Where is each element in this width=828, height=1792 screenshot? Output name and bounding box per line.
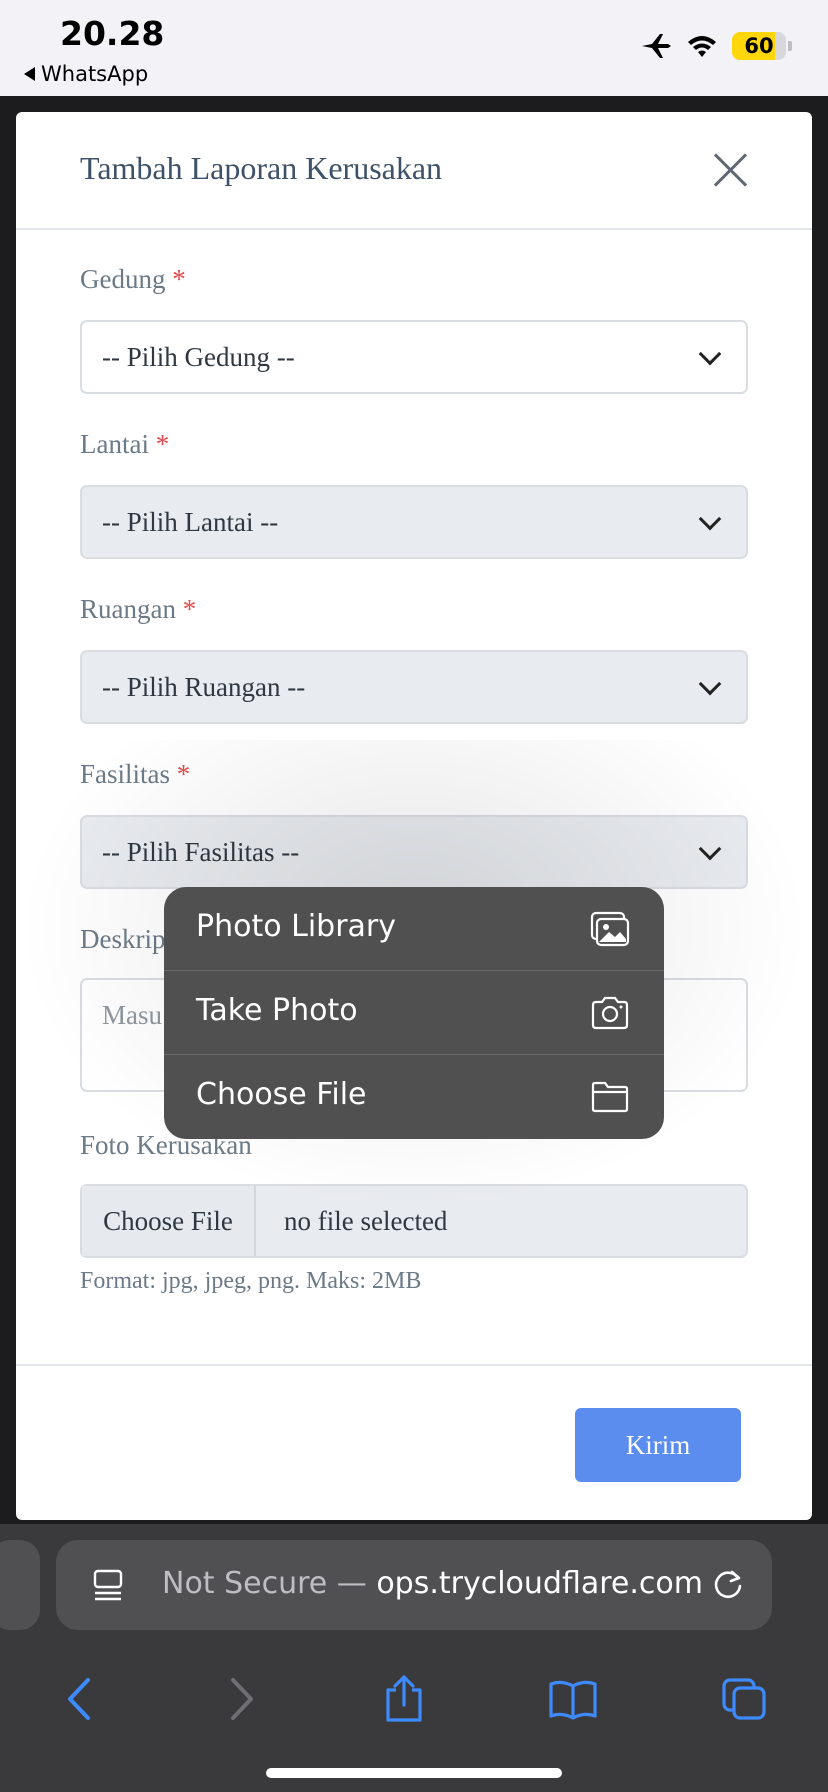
lantai-label: Lantai * (80, 429, 170, 459)
fasilitas-select-value: -- Pilih Fasilitas -- (102, 837, 300, 867)
browser-toolbar (0, 1654, 828, 1744)
back-to-app-link[interactable]: WhatsApp (24, 62, 148, 86)
chevron-down-icon (698, 837, 722, 861)
menu-item-label: Choose File (196, 1077, 367, 1112)
back-arrow-icon (24, 67, 35, 81)
required-marker: * (182, 594, 197, 624)
foto-file-input[interactable]: Choose File no file selected (80, 1184, 748, 1258)
url-text: Not Secure — ops.trycloudflare.com (162, 1566, 703, 1601)
menu-item-label: Photo Library (196, 909, 397, 944)
modal-header: Tambah Laporan Kerusakan (16, 112, 812, 230)
gedung-select[interactable]: -- Pilih Gedung -- (80, 320, 748, 394)
home-indicator (266, 1768, 562, 1778)
submit-button[interactable]: Kirim (575, 1408, 741, 1482)
share-icon[interactable] (382, 1674, 426, 1724)
back-app-label: WhatsApp (41, 62, 149, 86)
report-damage-modal: Tambah Laporan Kerusakan Gedung * -- Pil… (16, 112, 812, 1520)
required-marker: * (155, 429, 170, 459)
modal-title: Tambah Laporan Kerusakan (80, 150, 443, 186)
menu-item-photo-library[interactable]: Photo Library (164, 887, 664, 971)
menu-item-take-photo[interactable]: Take Photo (164, 971, 664, 1055)
chevron-down-icon (698, 342, 722, 366)
battery-cap (788, 41, 792, 51)
lantai-select[interactable]: -- Pilih Lantai -- (80, 485, 748, 559)
bookmarks-icon[interactable] (547, 1678, 599, 1720)
forward-icon[interactable] (221, 1676, 261, 1722)
status-bar: 20.28 WhatsApp 60 (0, 0, 828, 96)
reload-icon[interactable] (710, 1566, 746, 1602)
chevron-down-icon (698, 672, 722, 696)
clock: 20.28 (60, 14, 165, 53)
photo-library-icon (590, 911, 630, 947)
chevron-down-icon (698, 507, 722, 531)
folder-icon (591, 1081, 629, 1113)
file-status-text: no file selected (284, 1205, 448, 1236)
address-bar[interactable]: Not Secure — ops.trycloudflare.com (56, 1540, 772, 1630)
battery-indicator: 60 (732, 32, 786, 60)
footer-divider (16, 1364, 812, 1366)
wifi-icon (688, 36, 716, 57)
ruangan-select[interactable]: -- Pilih Ruangan -- (80, 650, 748, 724)
previous-tab-preview[interactable] (0, 1540, 40, 1630)
menu-item-label: Take Photo (196, 993, 358, 1028)
choose-file-button[interactable]: Choose File (82, 1186, 256, 1256)
back-icon[interactable] (60, 1676, 100, 1722)
fasilitas-label: Fasilitas * (80, 759, 191, 789)
ruangan-label: Ruangan * (80, 594, 197, 624)
status-icons: 60 (640, 32, 792, 60)
camera-icon (591, 996, 629, 1030)
gedung-label: Gedung * (80, 264, 186, 294)
fasilitas-select[interactable]: -- Pilih Fasilitas -- (80, 815, 748, 889)
tabs-icon[interactable] (720, 1676, 768, 1722)
gedung-select-value: -- Pilih Gedung -- (102, 342, 295, 372)
lantai-select-value: -- Pilih Lantai -- (102, 507, 279, 537)
menu-item-choose-file[interactable]: Choose File (164, 1055, 664, 1139)
required-marker: * (172, 264, 186, 294)
file-source-menu: Photo Library Take Photo Choose File (164, 887, 664, 1139)
deskripsi-placeholder: Masu (102, 1000, 162, 1030)
page-menu-icon (93, 1569, 123, 1601)
close-icon[interactable] (712, 152, 748, 188)
ruangan-select-value: -- Pilih Ruangan -- (102, 672, 306, 702)
file-format-hint: Format: jpg, jpeg, png. Maks: 2MB (80, 1268, 422, 1294)
required-marker: * (176, 759, 191, 789)
browser-bottom-bar: Not Secure — ops.trycloudflare.com (0, 1524, 828, 1792)
airplane-mode-icon (642, 34, 671, 58)
deskripsi-label: Deskrip (80, 924, 166, 954)
